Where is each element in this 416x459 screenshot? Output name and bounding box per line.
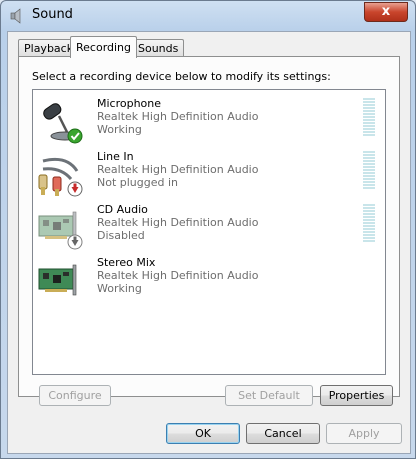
device-description: Realtek High Definition Audio <box>97 269 259 282</box>
device-item-stereo-mix[interactable]: Stereo Mix Realtek High Definition Audio… <box>33 251 385 304</box>
level-meter <box>363 204 375 244</box>
device-status: Working <box>97 282 142 295</box>
device-name: CD Audio <box>97 203 148 216</box>
device-status: Working <box>97 123 142 136</box>
device-description: Realtek High Definition Audio <box>97 110 259 123</box>
device-list[interactable]: Microphone Realtek High Definition Audio… <box>32 89 386 375</box>
ok-button[interactable]: OK <box>166 423 240 444</box>
set-default-button[interactable]: Set Default <box>225 385 313 406</box>
window-title: Sound <box>32 7 73 22</box>
down-arrow-badge <box>67 234 83 250</box>
device-item-microphone[interactable]: Microphone Realtek High Definition Audio… <box>33 92 385 145</box>
tab-recording[interactable]: Recording <box>70 36 138 58</box>
close-button[interactable]: x <box>364 2 408 22</box>
tab-sounds[interactable]: Sounds <box>132 39 185 57</box>
apply-button[interactable]: Apply <box>326 423 402 444</box>
sound-card-icon <box>38 264 77 296</box>
device-description: Realtek High Definition Audio <box>97 216 259 229</box>
device-name: Stereo Mix <box>97 256 156 269</box>
cancel-button[interactable]: Cancel <box>246 423 320 444</box>
device-status: Disabled <box>97 229 145 242</box>
device-status: Not plugged in <box>97 176 179 189</box>
device-name: Line In <box>97 150 134 163</box>
properties-button[interactable]: Properties <box>320 385 393 406</box>
device-description: Realtek High Definition Audio <box>97 163 259 176</box>
level-meter <box>363 98 375 138</box>
title-bar[interactable]: Sound x <box>1 1 415 29</box>
dialog-client-area: Playback Recording Sounds Select a recor… <box>7 31 411 454</box>
level-meter <box>363 151 375 191</box>
green-check-badge <box>67 128 83 144</box>
sound-card-icon <box>38 211 83 250</box>
red-down-arrow-badge <box>67 181 83 197</box>
device-item-line-in[interactable]: Line In Realtek High Definition Audio No… <box>33 145 385 198</box>
recording-tab-panel: Select a recording device below to modif… <box>18 56 400 406</box>
configure-button[interactable]: Configure <box>39 385 111 406</box>
rca-cable-icon <box>38 157 83 197</box>
device-item-cd-audio[interactable]: CD Audio Realtek High Definition Audio D… <box>33 198 385 251</box>
instruction-text: Select a recording device below to modif… <box>32 70 331 83</box>
microphone-icon <box>43 103 83 144</box>
sound-dialog-window: Sound x Playback Recording Sounds Select… <box>0 0 416 459</box>
device-name: Microphone <box>97 97 162 110</box>
speaker-icon <box>10 8 21 24</box>
